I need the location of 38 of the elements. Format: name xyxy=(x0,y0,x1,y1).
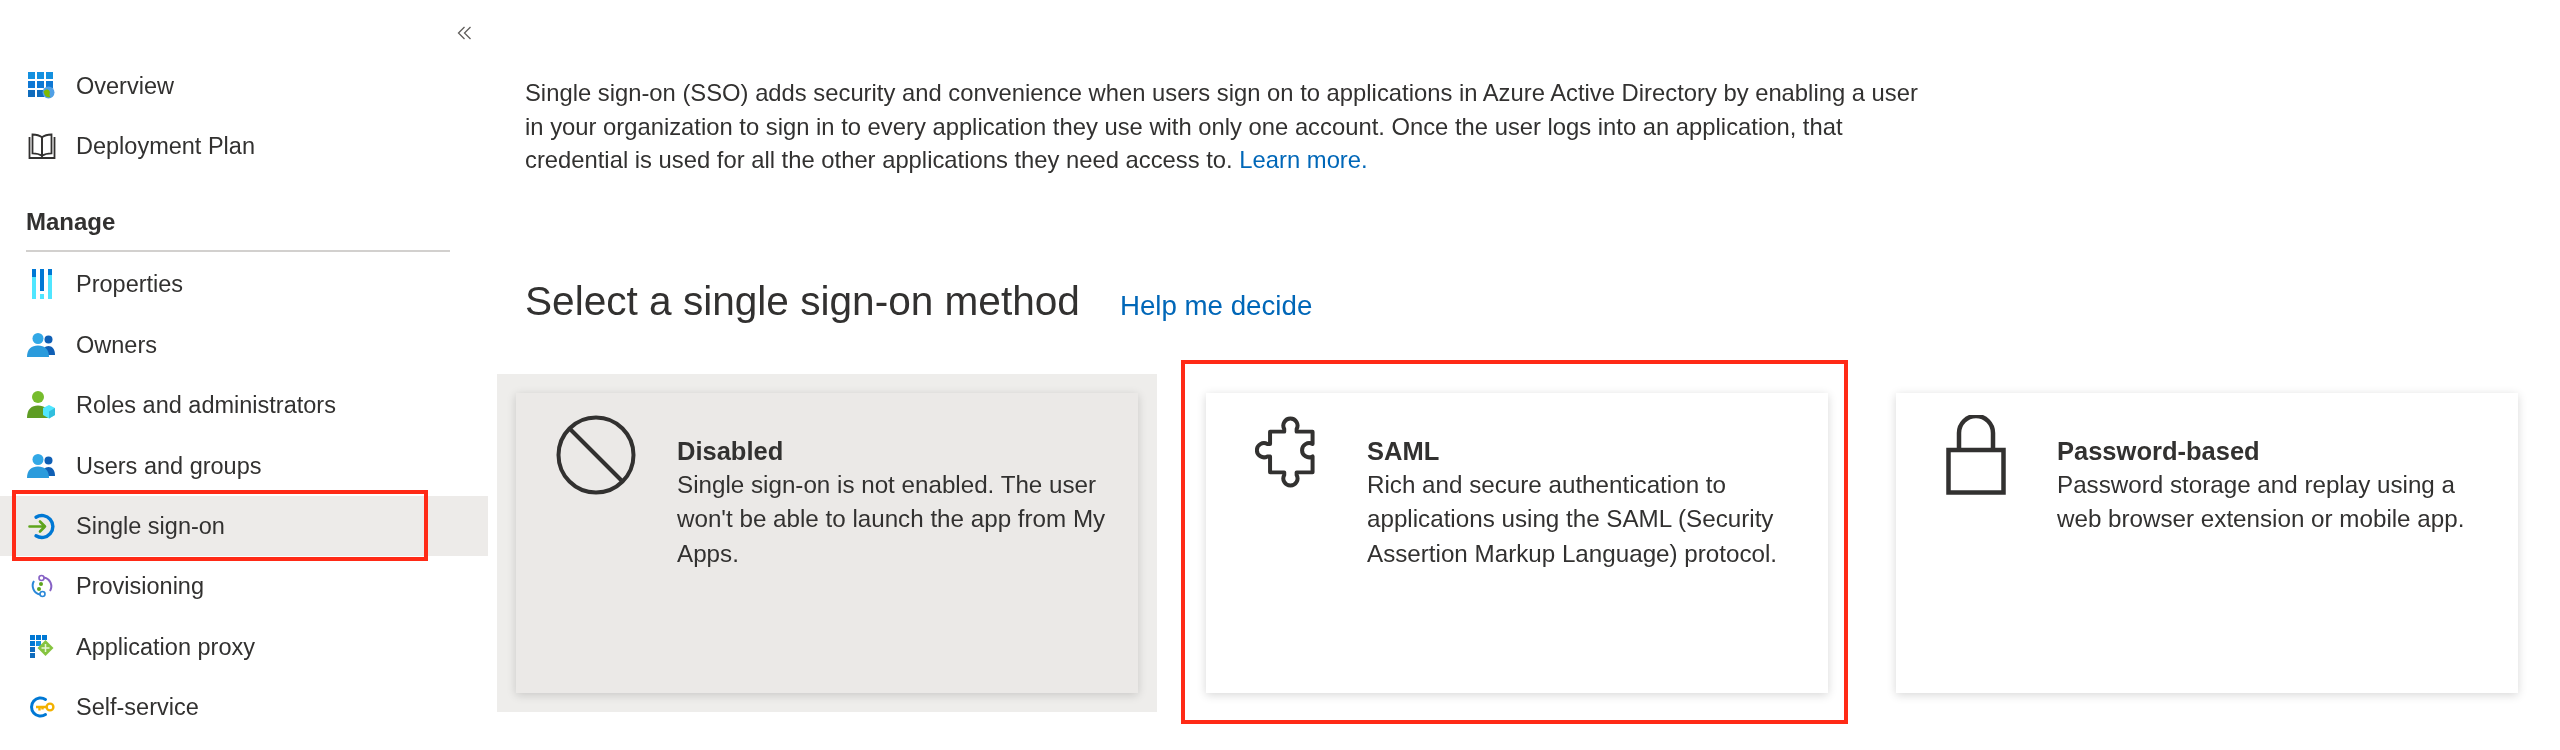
method-title: SAML xyxy=(1367,435,1440,467)
padlock-icon xyxy=(1945,414,2006,495)
bars-icon xyxy=(29,269,54,300)
people-icon xyxy=(27,453,56,478)
method-card[interactable]: SAML Rich and secure authentication to applications using the SAML (Security Assertion Markup Language) protocol. xyxy=(1206,392,1828,693)
method-title: Password-based xyxy=(2057,435,2260,467)
grid-diamond-icon xyxy=(29,634,54,659)
page-heading: Select a single sign-on method xyxy=(525,276,1080,326)
help-link[interactable]: Help me decide xyxy=(1119,288,1313,323)
sidebar-item[interactable]: Users and groups xyxy=(0,435,488,496)
grid-globe-icon xyxy=(28,72,55,100)
arrow-into-arc-icon xyxy=(28,512,55,540)
sidebar-item[interactable]: Properties xyxy=(0,254,488,315)
sidebar-item[interactable]: Single sign-on xyxy=(0,495,488,557)
method-title: Disabled xyxy=(677,435,784,467)
method-description: Single sign-on is not enabled. The user won't be able to launch the app from My Apps. xyxy=(677,469,1107,569)
book-icon xyxy=(27,132,56,161)
method-card[interactable]: Disabled Single sign-on is not enabled. The user won't be able to launch the app from My Apps. xyxy=(516,392,1138,693)
sidebar-item[interactable]: Provisioning xyxy=(0,556,488,617)
key-arc-icon xyxy=(28,695,55,720)
sidebar-item[interactable]: Self-service xyxy=(0,677,488,738)
person-cube-icon xyxy=(27,391,56,420)
method-card[interactable]: Password-based Password storage and replay using a web browser extension or mobile app. xyxy=(1896,392,2518,693)
double-chevron-icon[interactable] xyxy=(457,26,472,40)
learn-more-link[interactable]: Learn more. xyxy=(1239,146,1368,173)
sidebar-item[interactable]: Owners xyxy=(0,314,488,376)
people-icon xyxy=(27,332,56,357)
sidebar-item[interactable]: Overview xyxy=(0,55,488,116)
linked-circles-icon xyxy=(29,574,54,599)
sidebar-item[interactable]: Application proxy xyxy=(0,616,488,677)
description-text: Single sign-on (SSO) adds security and convenience when users sign on to applications in Azure Active Directory by enabling a user in your organization to sign in to every application they use with only one account. Once the user logs into an application, that credential is used for all the other applications they need access to. Learn more. xyxy=(525,78,1919,175)
method-description: Rich and secure authentication to applications using the SAML (Security Assertion Markup Language) protocol. xyxy=(1367,469,1779,569)
sidebar-item[interactable]: Roles and administrators xyxy=(0,375,488,436)
prohibited-icon xyxy=(555,414,636,495)
sidebar-item[interactable]: Deployment Plan xyxy=(0,115,488,177)
method-description: Password storage and replay using a web browser extension or mobile app. xyxy=(2057,469,2466,534)
puzzle-piece-icon xyxy=(1254,414,1317,489)
section-heading: Manage xyxy=(26,207,116,238)
